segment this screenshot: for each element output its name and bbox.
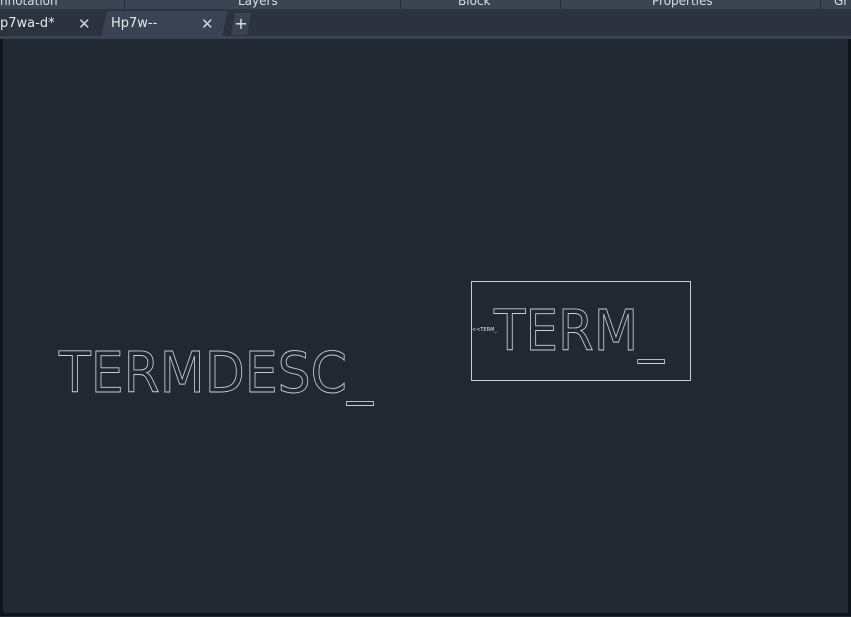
ribbon-separator [400, 0, 401, 9]
ribbon-panel-layers[interactable]: Layers [238, 0, 278, 9]
close-icon[interactable]: ✕ [78, 15, 91, 33]
new-tab-button[interactable]: + [231, 13, 251, 35]
ribbon-panel-block[interactable]: Block [458, 0, 490, 9]
ribbon-panel-annotation[interactable]: nnotation [0, 0, 58, 9]
file-tab-label: Hp7w-- [111, 16, 158, 31]
attribute-text-term[interactable]: TERM_ [493, 299, 666, 365]
ribbon-panel-groups[interactable]: Gr [834, 0, 848, 9]
ribbon-separator [124, 0, 125, 9]
ribbon-panel-properties[interactable]: Properties [652, 0, 713, 9]
ribbon-separator [820, 0, 821, 9]
file-tab[interactable]: p7wa-d* ✕ [0, 11, 100, 36]
drawing-canvas[interactable]: TERMDESC_ <<TERM_ TERM_ [3, 39, 848, 613]
file-tab-active[interactable]: Hp7w-- ✕ [101, 11, 228, 36]
close-icon[interactable]: ✕ [201, 15, 214, 33]
file-tab-bar: p7wa-d* ✕ Hp7w-- ✕ + [0, 9, 851, 36]
model-space: TERMDESC_ <<TERM_ TERM_ [58, 281, 691, 407]
attribute-text-termdesc[interactable]: TERMDESC_ [58, 341, 375, 407]
ribbon-panel-strip: nnotation Layers Block Properties Gr [0, 0, 851, 9]
file-tab-label: p7wa-d* [0, 16, 55, 31]
ribbon-separator [560, 0, 561, 9]
